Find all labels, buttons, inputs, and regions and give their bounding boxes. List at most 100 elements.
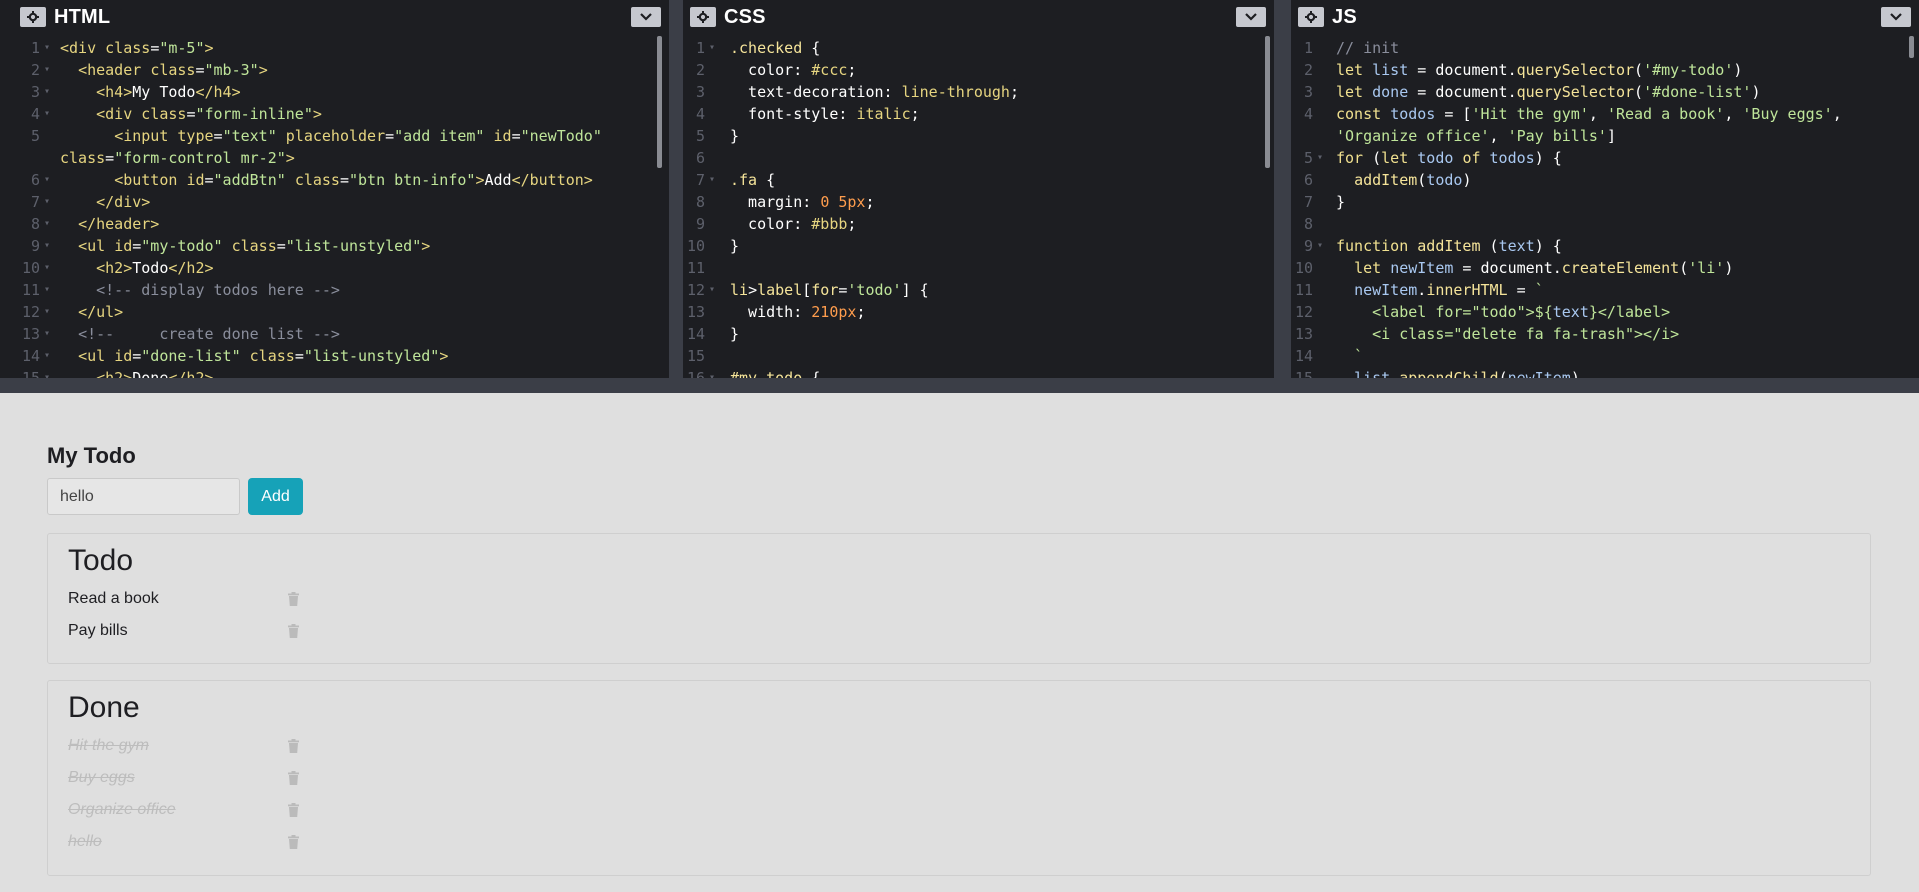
code-line[interactable]: 6 (683, 147, 1260, 169)
todo-item[interactable]: Pay bills (68, 620, 299, 642)
css-code-area[interactable]: 1 ▾ .checked {2 color: #ccc; 3 text-decorat… (683, 37, 1260, 378)
js-editor-scrollbar[interactable] (1909, 36, 1914, 58)
code-line[interactable]: 10 ▾ <h2>Todo</h2> (0, 257, 655, 279)
fold-arrow-icon[interactable]: ▾ (44, 301, 50, 323)
trash-icon[interactable] (288, 592, 299, 606)
html-code-area[interactable]: 1 ▾ <div class="m-5"> 2 ▾ <header class="mb-… (0, 37, 655, 378)
code-line[interactable]: 1 ▾ .checked { (683, 37, 1260, 59)
code-line[interactable]: 11 newItem.innerHTML = ` (1291, 279, 1905, 301)
done-item[interactable]: Buy eggs (68, 767, 299, 789)
add-button[interactable]: Add (248, 478, 303, 515)
css-collapse-button[interactable] (1236, 7, 1266, 27)
html-settings-button[interactable] (20, 7, 46, 27)
code-line[interactable]: 12 <label for="todo">${text}</label> (1291, 301, 1905, 323)
trash-icon[interactable] (288, 771, 299, 785)
trash-icon[interactable] (288, 803, 299, 817)
js-settings-button[interactable] (1298, 7, 1324, 27)
item-label[interactable]: Pay bills (68, 622, 283, 640)
item-label[interactable]: hello (68, 833, 283, 851)
fold-arrow-icon[interactable]: ▾ (44, 103, 50, 125)
fold-arrow-icon[interactable]: ▾ (44, 37, 50, 59)
html-editor-scrollbar[interactable] (657, 36, 662, 168)
code-line[interactable]: 9 ▾ <ul id="my-todo" class="list-unstyled… (0, 235, 655, 257)
code-line[interactable]: 2 color: #ccc; (683, 59, 1260, 81)
code-line[interactable]: 5} (683, 125, 1260, 147)
js-collapse-button[interactable] (1881, 7, 1911, 27)
fold-arrow-icon[interactable]: ▾ (44, 59, 50, 81)
code-line[interactable]: 3 text-decoration: line-through; (683, 81, 1260, 103)
fold-arrow-icon[interactable]: ▾ (1317, 235, 1323, 257)
done-item[interactable]: hello (68, 831, 299, 853)
trash-icon[interactable] (288, 835, 299, 849)
code-line[interactable]: 14 ▾ <ul id="done-list" class="list-unsty… (0, 345, 655, 367)
code-line[interactable]: 8 margin: 0 5px; (683, 191, 1260, 213)
html-collapse-button[interactable] (631, 7, 661, 27)
item-label[interactable]: Hit the gym (68, 737, 283, 755)
fold-arrow-icon[interactable]: ▾ (44, 169, 50, 191)
code-line[interactable]: 4 ▾ <div class="form-inline"> (0, 103, 655, 125)
trash-icon[interactable] (288, 739, 299, 753)
js-editor[interactable]: JS 1 // init 2 let list = document.querySel… (1291, 0, 1919, 378)
item-label[interactable]: Organize office (68, 801, 283, 819)
code-line[interactable]: 6 ▾ <button id="addBtn" class="btn btn-in… (0, 169, 655, 191)
code-line[interactable]: 6 addItem(todo) (1291, 169, 1905, 191)
fold-arrow-icon[interactable]: ▾ (44, 191, 50, 213)
html-editor[interactable]: HTML 1 ▾ <div class="m-5"> 2 ▾ <header class… (0, 0, 669, 378)
fold-arrow-icon[interactable]: ▾ (44, 323, 50, 345)
code-line[interactable]: 9 ▾ function addItem (text) { (1291, 235, 1905, 257)
code-line[interactable]: 2 let list = document.querySelector('#my-… (1291, 59, 1905, 81)
code-line[interactable]: 4 font-style: italic; (683, 103, 1260, 125)
done-item[interactable]: Organize office (68, 799, 299, 821)
fold-arrow-icon[interactable]: ▾ (44, 235, 50, 257)
js-code-area[interactable]: 1 // init 2 let list = document.querySelect… (1291, 37, 1905, 378)
item-label[interactable]: Buy eggs (68, 769, 283, 787)
code-line[interactable]: 12 ▾ li>label[for='todo'] { (683, 279, 1260, 301)
code-line[interactable]: 15 list.appendChild(newItem) (1291, 367, 1905, 378)
code-line[interactable]: 13 ▾ <!-- create done list --> (0, 323, 655, 345)
code-line[interactable]: class="form-control mr-2"> (0, 147, 655, 169)
code-line[interactable]: 8 ▾ </header> (0, 213, 655, 235)
code-line[interactable]: 16 ▾ #my-todo { (683, 367, 1260, 378)
code-line[interactable]: 10 let newItem = document.createElement(… (1291, 257, 1905, 279)
css-settings-button[interactable] (690, 7, 716, 27)
code-line[interactable]: 7} (1291, 191, 1905, 213)
css-editor[interactable]: CSS 1 ▾ .checked {2 color: #ccc; 3 text-dec… (683, 0, 1274, 378)
fold-arrow-icon[interactable]: ▾ (709, 169, 715, 191)
item-label[interactable]: Read a book (68, 590, 283, 608)
new-todo-input[interactable] (47, 478, 240, 515)
fold-arrow-icon[interactable]: ▾ (709, 37, 715, 59)
code-line[interactable]: 1 ▾ <div class="m-5"> (0, 37, 655, 59)
code-line[interactable]: 3 ▾ <h4>My Todo</h4> (0, 81, 655, 103)
fold-arrow-icon[interactable]: ▾ (44, 279, 50, 301)
code-line[interactable]: 9 color: #bbb; (683, 213, 1260, 235)
code-line[interactable]: 2 ▾ <header class="mb-3"> (0, 59, 655, 81)
code-line[interactable]: 7 ▾ .fa { (683, 169, 1260, 191)
code-line[interactable]: 'Organize office', 'Pay bills'] (1291, 125, 1905, 147)
code-line[interactable]: 5 <input type="text" placeholder="add it… (0, 125, 655, 147)
done-item[interactable]: Hit the gym (68, 735, 299, 757)
fold-arrow-icon[interactable]: ▾ (44, 257, 50, 279)
code-line[interactable]: 1 // init (1291, 37, 1905, 59)
code-line[interactable]: 11 ▾ <!-- display todos here --> (0, 279, 655, 301)
css-editor-scrollbar[interactable] (1265, 36, 1270, 168)
code-line[interactable]: 14 ` (1291, 345, 1905, 367)
code-line[interactable]: 15 (683, 345, 1260, 367)
code-line[interactable]: 13 width: 210px; (683, 301, 1260, 323)
code-line[interactable]: 14} (683, 323, 1260, 345)
code-line[interactable]: 11 (683, 257, 1260, 279)
fold-arrow-icon[interactable]: ▾ (1317, 147, 1323, 169)
trash-icon[interactable] (288, 624, 299, 638)
code-line[interactable]: 5 ▾ for (let todo of todos) { (1291, 147, 1905, 169)
fold-arrow-icon[interactable]: ▾ (709, 367, 715, 378)
code-line[interactable]: 8 (1291, 213, 1905, 235)
fold-arrow-icon[interactable]: ▾ (44, 345, 50, 367)
code-line[interactable]: 13 <i class="delete fa fa-trash"></i> (1291, 323, 1905, 345)
code-line[interactable]: 4 const todos = ['Hit the gym', 'Read a b… (1291, 103, 1905, 125)
code-line[interactable]: 12 ▾ </ul> (0, 301, 655, 323)
todo-item[interactable]: Read a book (68, 588, 299, 610)
code-line[interactable]: 10} (683, 235, 1260, 257)
code-line[interactable]: 15 ▾ <h2>Done</h2> (0, 367, 655, 378)
fold-arrow-icon[interactable]: ▾ (44, 81, 50, 103)
fold-arrow-icon[interactable]: ▾ (44, 367, 50, 378)
fold-arrow-icon[interactable]: ▾ (44, 213, 50, 235)
